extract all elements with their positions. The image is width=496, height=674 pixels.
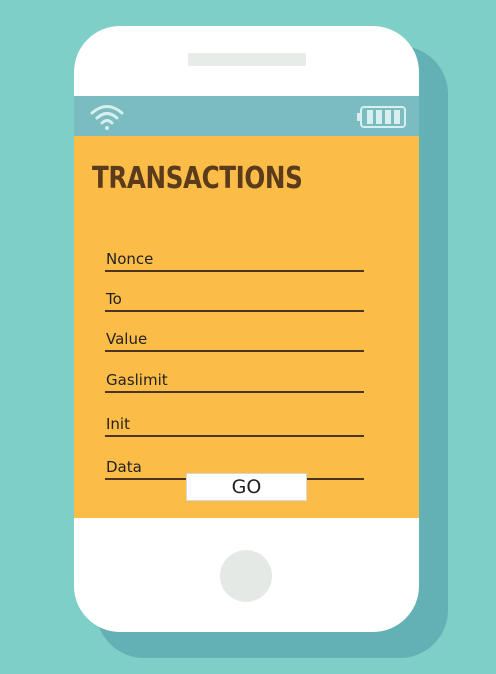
to-field[interactable]: To bbox=[105, 284, 364, 312]
to-label: To bbox=[106, 290, 122, 308]
page-title: TRANSACTIONS bbox=[92, 161, 303, 196]
nonce-label: Nonce bbox=[106, 250, 154, 268]
gaslimit-label: Gaslimit bbox=[106, 371, 168, 389]
value-field[interactable]: Value bbox=[105, 324, 364, 352]
speaker-grille bbox=[188, 53, 306, 66]
home-button[interactable] bbox=[220, 550, 272, 602]
init-field[interactable]: Init bbox=[105, 409, 364, 437]
gaslimit-field[interactable]: Gaslimit bbox=[105, 365, 364, 393]
data-label: Data bbox=[106, 458, 142, 476]
init-label: Init bbox=[106, 415, 130, 433]
battery-icon bbox=[357, 106, 406, 128]
nonce-field[interactable]: Nonce bbox=[105, 244, 364, 272]
transaction-screen: TRANSACTIONS Nonce To Value Gaslimit Ini… bbox=[74, 136, 419, 518]
value-label: Value bbox=[106, 330, 148, 348]
status-bar bbox=[74, 96, 419, 136]
phone-frame: TRANSACTIONS Nonce To Value Gaslimit Ini… bbox=[74, 26, 419, 632]
go-button[interactable]: GO bbox=[186, 473, 307, 501]
wifi-icon bbox=[90, 105, 124, 130]
